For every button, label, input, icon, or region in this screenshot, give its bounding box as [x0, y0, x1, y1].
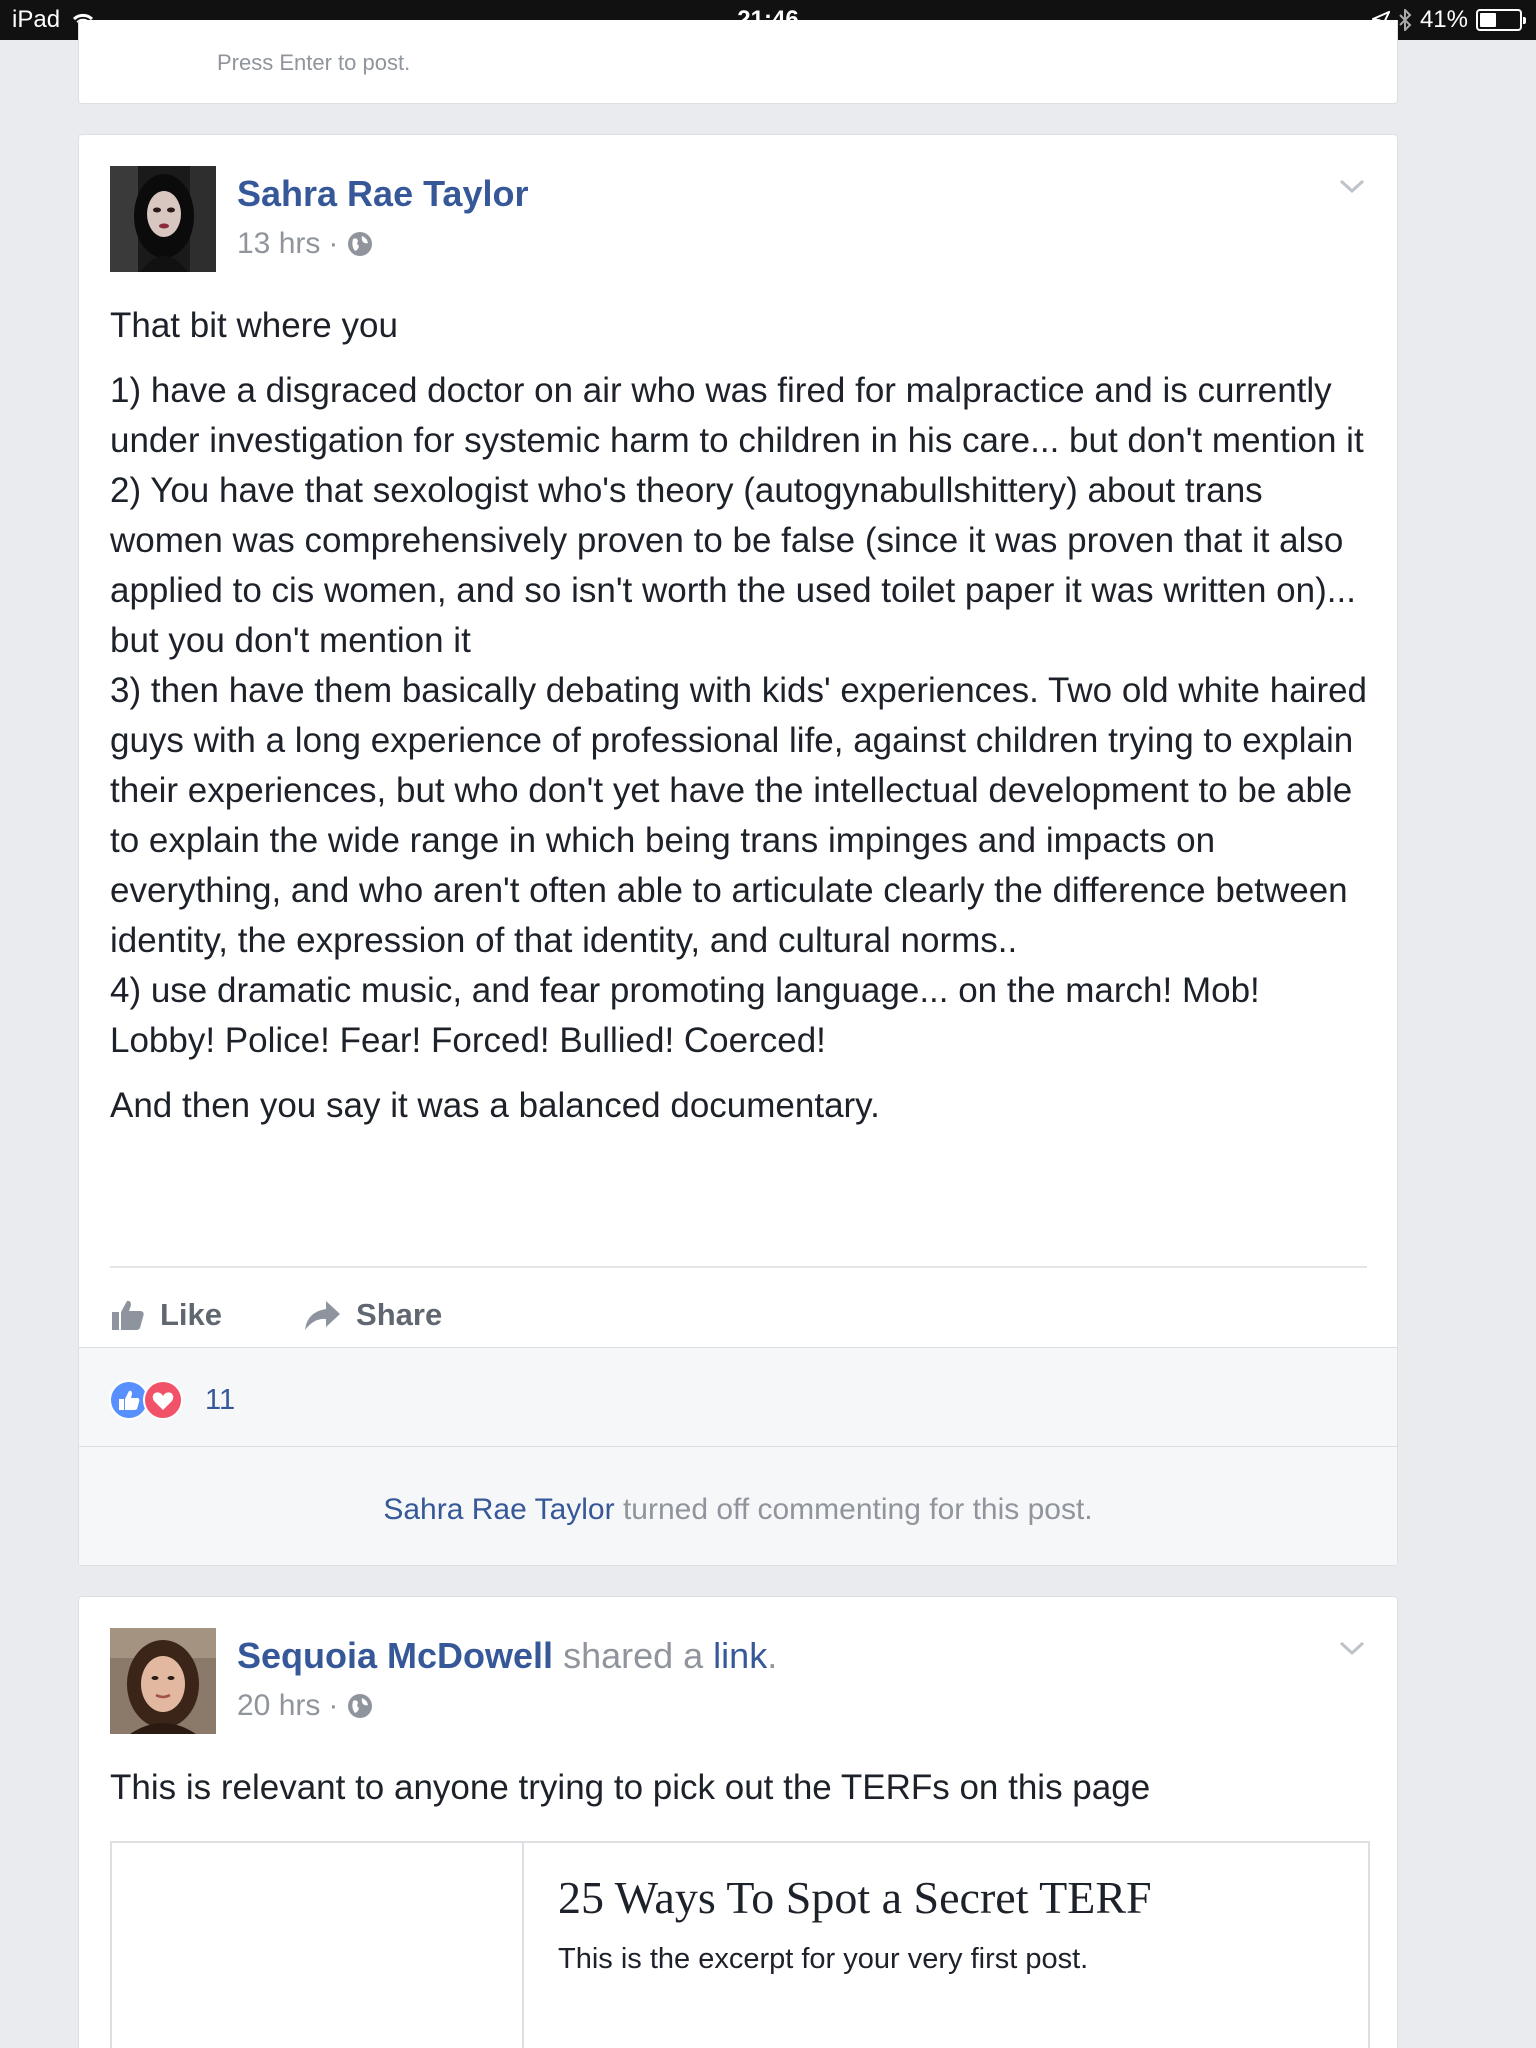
bluetooth-icon — [1399, 9, 1412, 31]
avatar[interactable] — [110, 166, 216, 272]
notice-author-link[interactable]: Sahra Rae Taylor — [383, 1493, 614, 1526]
share-button[interactable]: Share — [302, 1297, 442, 1333]
post-text: This is relevant to anyone trying to pic… — [110, 1768, 1151, 1807]
love-reaction-icon — [143, 1380, 183, 1420]
post-meta: 20 hrs · — [237, 1689, 374, 1723]
like-button[interactable]: Like — [110, 1297, 222, 1333]
post-paragraph-3: And then you say it was a balanced docum… — [110, 1086, 880, 1125]
post-meta: 13 hrs · — [237, 227, 374, 261]
shared-link-word[interactable]: link — [713, 1635, 767, 1676]
like-label: Like — [160, 1297, 223, 1332]
reaction-count[interactable]: 11 — [205, 1384, 235, 1417]
post-author[interactable]: Sequoia McDowell — [237, 1635, 553, 1676]
post-header-line: Sequoia McDowell shared a link. — [237, 1635, 777, 1677]
share-arrow-icon — [305, 1301, 341, 1330]
globe-icon — [348, 232, 373, 256]
reactions-bar[interactable]: 11 — [79, 1347, 1397, 1447]
post-author[interactable]: Sahra Rae Taylor — [237, 173, 528, 215]
meta-separator: · — [328, 1689, 339, 1722]
link-preview[interactable]: 25 Ways To Spot a Secret TERF This is th… — [110, 1841, 1370, 2048]
post-paragraph-2: 1) have a disgraced doctor on air who wa… — [110, 371, 1368, 1060]
chevron-down-icon[interactable] — [1337, 171, 1367, 201]
notice-text: turned off commenting for this post. — [614, 1493, 1093, 1526]
chevron-down-icon[interactable] — [1337, 1633, 1367, 1663]
shared-text: shared a — [553, 1635, 714, 1676]
share-label: Share — [356, 1297, 443, 1332]
link-thumbnail[interactable] — [112, 1843, 524, 2048]
post-card: Sequoia McDowell shared a link. 20 hrs ·… — [78, 1596, 1398, 2048]
battery-icon — [1476, 9, 1526, 31]
post-paragraph-1: That bit where you — [110, 306, 398, 345]
post-card: Sahra Rae Taylor 13 hrs · That bit where… — [78, 134, 1398, 1566]
post-timestamp[interactable]: 13 hrs — [237, 227, 320, 261]
globe-icon — [348, 1694, 373, 1718]
avatar[interactable] — [110, 1628, 216, 1734]
post-text: That bit where you 1) have a disgraced d… — [110, 301, 1370, 1146]
post-actions: Like Share — [110, 1285, 522, 1345]
post-timestamp[interactable]: 20 hrs — [237, 1689, 320, 1723]
link-title[interactable]: 25 Ways To Spot a Secret TERF — [558, 1871, 1152, 1924]
link-excerpt: This is the excerpt for your very first … — [558, 1943, 1089, 1975]
composer-hint: Press Enter to post. — [217, 50, 411, 75]
battery-percent: 41% — [1419, 6, 1468, 33]
header-period: . — [767, 1635, 778, 1676]
divider — [110, 1266, 1367, 1268]
battery-fill — [1480, 13, 1496, 27]
reaction-icons — [109, 1380, 183, 1420]
meta-separator: · — [328, 227, 339, 260]
composer-card: Press Enter to post. — [78, 20, 1398, 104]
thumbs-up-icon — [112, 1300, 144, 1330]
comments-disabled-notice: Sahra Rae Taylor turned off commenting f… — [79, 1447, 1397, 1565]
